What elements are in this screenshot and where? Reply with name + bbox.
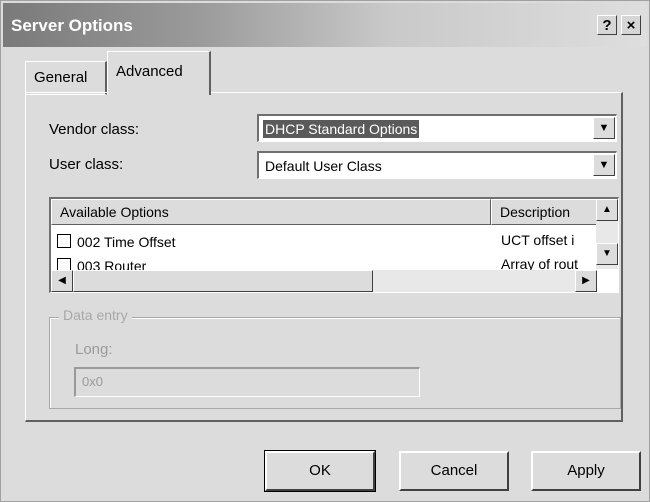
title-bar[interactable]: Server Options ? × [3,3,647,47]
vertical-scrollbar[interactable]: ▲ ▼ [596,199,618,269]
apply-button[interactable]: Apply [531,451,641,491]
horizontal-scrollbar[interactable]: ◀ ▶ [51,270,597,292]
server-options-dialog: Server Options ? × General Advanced Vend… [0,0,650,502]
available-options-list[interactable]: Available Options Description 002 Time O… [49,197,619,293]
option-description: UCT offset i [501,232,575,248]
vendor-class-label: Vendor class: [49,121,140,138]
user-class-label: User class: [49,156,124,173]
column-description[interactable]: Description [491,199,597,225]
column-available-options[interactable]: Available Options [51,199,491,225]
scroll-thumb[interactable] [73,270,373,292]
user-class-value: Default User Class [265,158,382,174]
vendor-class-value: DHCP Standard Options [263,120,420,138]
list-item[interactable]: 002 Time Offset [57,231,176,253]
scroll-left-icon[interactable]: ◀ [51,270,73,292]
scroll-right-icon[interactable]: ▶ [575,270,597,292]
user-class-select[interactable]: Default User Class ▼ [257,151,617,179]
option-name: 002 Time Offset [77,234,176,250]
chevron-down-icon[interactable]: ▼ [593,117,615,139]
window-title: Server Options [11,16,133,35]
vendor-class-select[interactable]: DHCP Standard Options ▼ [257,114,617,142]
cancel-button[interactable]: Cancel [399,451,509,491]
long-label: Long: [75,341,113,358]
long-value-field: 0x0 [74,367,420,397]
checkbox[interactable] [57,234,71,248]
chevron-down-icon[interactable]: ▼ [593,154,615,176]
scroll-up-icon[interactable]: ▲ [596,199,618,221]
tab-advanced[interactable]: Advanced [107,51,211,95]
scroll-down-icon[interactable]: ▼ [596,243,618,265]
help-button[interactable]: ? [597,15,617,35]
tab-general[interactable]: General [25,61,107,95]
close-button[interactable]: × [621,15,641,35]
data-entry-title: Data entry [59,307,132,323]
ok-button[interactable]: OK [264,450,376,492]
